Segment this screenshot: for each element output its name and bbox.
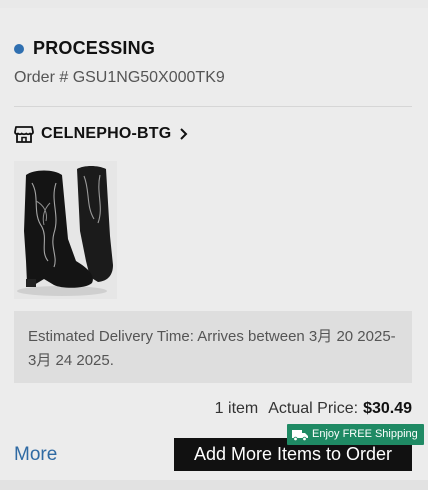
order-status: PROCESSING bbox=[14, 38, 155, 59]
item-count: 1 item bbox=[214, 400, 259, 417]
price-label: Actual Price: bbox=[268, 400, 359, 417]
truck-icon bbox=[292, 429, 308, 441]
store-name: CELNEPHO-BTG bbox=[41, 125, 172, 142]
order-number: Order # GSU1NG50X000TK9 bbox=[14, 69, 225, 86]
price-summary: 1 item Actual Price: $30.49 bbox=[215, 400, 412, 418]
status-text: PROCESSING bbox=[33, 38, 156, 58]
order-card: PROCESSING Order # GSU1NG50X000TK9 CELNE… bbox=[0, 8, 428, 480]
more-link[interactable]: More bbox=[14, 444, 57, 466]
divider bbox=[14, 106, 412, 107]
status-dot bbox=[14, 43, 24, 54]
free-shipping-badge: Enjoy FREE Shipping bbox=[287, 424, 424, 445]
store-link[interactable]: CELNEPHO-BTG bbox=[14, 124, 189, 144]
actual-price: $30.49 bbox=[363, 400, 412, 417]
next-card-edge bbox=[0, 480, 428, 490]
store-icon bbox=[14, 126, 34, 143]
delivery-estimate: Estimated Delivery Time: Arrives between… bbox=[14, 311, 412, 383]
chevron-right-icon bbox=[180, 128, 188, 140]
boots-image bbox=[14, 161, 117, 299]
free-shipping-text: Enjoy FREE Shipping bbox=[312, 428, 418, 440]
product-image[interactable] bbox=[14, 161, 117, 299]
